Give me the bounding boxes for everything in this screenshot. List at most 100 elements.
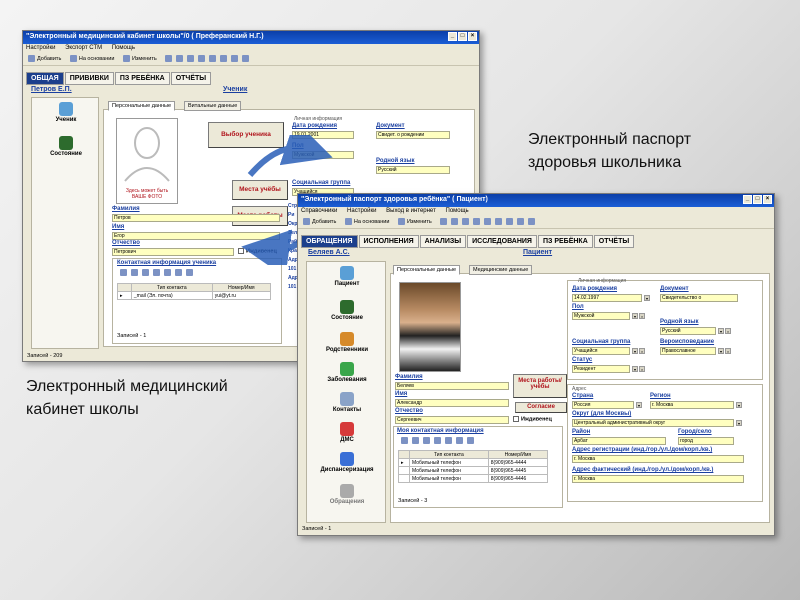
search-contact-icon[interactable] <box>467 437 474 444</box>
search-icon[interactable] <box>220 55 228 62</box>
help-icon[interactable] <box>517 218 525 225</box>
lastname-field[interactable]: Беляев <box>395 382 509 390</box>
firstname-field[interactable]: Александр <box>395 399 509 407</box>
religion-dropdown-icon[interactable]: ▾ <box>718 348 724 354</box>
sidebar-item-contacts[interactable]: Контакты <box>317 392 377 413</box>
exit-icon[interactable] <box>528 218 536 225</box>
sort-icon[interactable] <box>198 55 206 62</box>
refresh-icon[interactable] <box>231 55 239 62</box>
language-dropdown-icon[interactable]: ▾ <box>718 328 724 334</box>
sidebar-item-visits[interactable]: Обращения <box>317 484 377 505</box>
sidebar-item-patient[interactable]: Пациент <box>317 266 377 287</box>
native-language-field[interactable]: Русский <box>660 327 716 335</box>
print-icon[interactable] <box>484 218 492 225</box>
close-icon[interactable]: × <box>468 32 477 41</box>
edit-contact-icon[interactable] <box>142 269 149 276</box>
sidebar-item-relatives[interactable]: Родственники <box>317 332 377 353</box>
minimize-icon[interactable]: _ <box>743 195 752 204</box>
tab-executions[interactable]: ИСПОЛНЕНИЯ <box>358 235 419 248</box>
search-icon[interactable] <box>495 218 503 225</box>
add-contact-icon[interactable] <box>401 437 408 444</box>
edit-icon[interactable] <box>397 218 405 225</box>
filter-contact-icon[interactable] <box>164 269 171 276</box>
tab-general[interactable]: ОБЩАЯ <box>26 72 64 85</box>
maximize-icon[interactable]: □ <box>458 32 467 41</box>
language-clear-icon[interactable]: × <box>725 328 731 334</box>
role-link[interactable]: Пациент <box>523 249 552 256</box>
menu-settings[interactable]: Настройки <box>26 45 55 51</box>
menu-settings[interactable]: Настройки <box>347 208 376 214</box>
document-field[interactable]: Свидетельство о <box>660 294 738 302</box>
sort-icon[interactable] <box>473 218 481 225</box>
religion-field[interactable]: Православное <box>660 347 716 355</box>
menu-help[interactable]: Помощь <box>446 208 469 214</box>
user-link[interactable]: Беляев А.С. <box>308 249 350 256</box>
religion-clear-icon[interactable]: × <box>725 348 731 354</box>
delete-icon[interactable] <box>176 55 184 62</box>
sidebar-item-state[interactable]: Состояние <box>317 300 377 321</box>
based-on-button[interactable]: На основании <box>354 219 390 225</box>
status-field[interactable]: Резидент <box>572 365 630 373</box>
okrug-field[interactable]: Центральный административный округ <box>572 419 734 427</box>
district-field[interactable]: Арбат <box>572 437 666 445</box>
tab-vaccinations[interactable]: ПРИВИВКИ <box>64 72 114 85</box>
edit-button[interactable]: Изменить <box>407 219 432 225</box>
sidebar-item-dms[interactable]: ДМС <box>317 422 377 443</box>
tab-personal-data[interactable]: Персональные данные <box>393 265 461 275</box>
consent-button[interactable]: Согласие <box>515 402 567 413</box>
maximize-icon[interactable]: □ <box>753 195 762 204</box>
social-dropdown-icon[interactable]: ▾ <box>632 348 638 354</box>
table-row[interactable]: ▸ _mail (Эл. почта) yui@yt.ru <box>117 291 272 300</box>
save-icon[interactable] <box>440 218 448 225</box>
gender-clear-icon[interactable]: × <box>639 313 645 319</box>
copy-contact-icon[interactable] <box>131 269 138 276</box>
filter-contact-icon[interactable] <box>445 437 452 444</box>
document-field[interactable]: Свидет. о рождении <box>376 131 450 139</box>
save-icon[interactable] <box>165 55 173 62</box>
add-icon[interactable] <box>28 55 35 62</box>
status-clear-icon[interactable]: × <box>639 366 645 372</box>
gender-dropdown-icon[interactable]: ▾ <box>632 313 638 319</box>
sidebar-item-state[interactable]: Состояние <box>36 136 96 157</box>
table-row[interactable]: Мобильный телефон 8(909)965-4446 <box>398 474 549 483</box>
country-dropdown-icon[interactable]: ▾ <box>636 402 642 408</box>
copy-icon[interactable] <box>69 55 77 62</box>
okrug-dropdown-icon[interactable]: ▾ <box>736 420 742 426</box>
fact-address-field[interactable]: г. Москва <box>572 475 744 483</box>
delete-icon[interactable] <box>451 218 459 225</box>
tab-reports[interactable]: ОТЧЁТЫ <box>170 72 212 85</box>
city-field[interactable]: город <box>678 437 734 445</box>
tab-personal-data[interactable]: Персональные данные <box>108 101 176 111</box>
delete-contact-icon[interactable] <box>153 269 160 276</box>
close-icon[interactable]: × <box>763 195 772 204</box>
table-row[interactable]: Мобильный телефон 8(909)965-4445 <box>398 466 549 475</box>
menu-help[interactable]: Помощь <box>112 45 135 51</box>
table-row[interactable]: ▸ Мобильный телефон 8(909)965-4444 <box>398 458 549 467</box>
native-language-field[interactable]: Русский <box>376 166 450 174</box>
calendar-icon[interactable]: ▾ <box>644 295 650 301</box>
add-contact-icon[interactable] <box>120 269 127 276</box>
edit-button[interactable]: Изменить <box>132 56 157 62</box>
dob-field[interactable]: 14.02.1997 <box>572 294 642 302</box>
tab-health-passport[interactable]: ПЗ РЕБЁНКА <box>537 235 593 248</box>
sidebar-item-dispensary[interactable]: Диспансеризация <box>317 452 377 473</box>
social-clear-icon[interactable]: × <box>639 348 645 354</box>
sidebar-item-student[interactable]: Ученик <box>36 102 96 123</box>
user-link[interactable]: Петров Е.П. <box>31 86 72 93</box>
filter-icon[interactable] <box>187 55 195 62</box>
social-group-field[interactable]: Учащийся <box>572 347 630 355</box>
column-header[interactable]: Тип контакта <box>130 283 213 292</box>
column-header[interactable]: Тип контакта <box>408 450 489 459</box>
copy-icon[interactable] <box>344 218 352 225</box>
window-titlebar[interactable]: "Электронный паспорт здоровья ребёнка" (… <box>298 194 774 207</box>
tab-analyses[interactable]: АНАЛИЗЫ <box>419 235 467 248</box>
based-on-button[interactable]: На основании <box>79 56 115 62</box>
country-field[interactable]: Россия <box>572 401 634 409</box>
menu-references[interactable]: Справочники <box>301 208 337 214</box>
sort-contact-icon[interactable] <box>456 437 463 444</box>
sort-contact-icon[interactable] <box>175 269 182 276</box>
patronymic-field[interactable]: Сергеевич <box>395 416 509 424</box>
role-link[interactable]: Ученик <box>223 86 247 93</box>
menu-export[interactable]: Экспорт СТМ <box>65 45 102 51</box>
reg-address-field[interactable]: г. Москва <box>572 455 744 463</box>
